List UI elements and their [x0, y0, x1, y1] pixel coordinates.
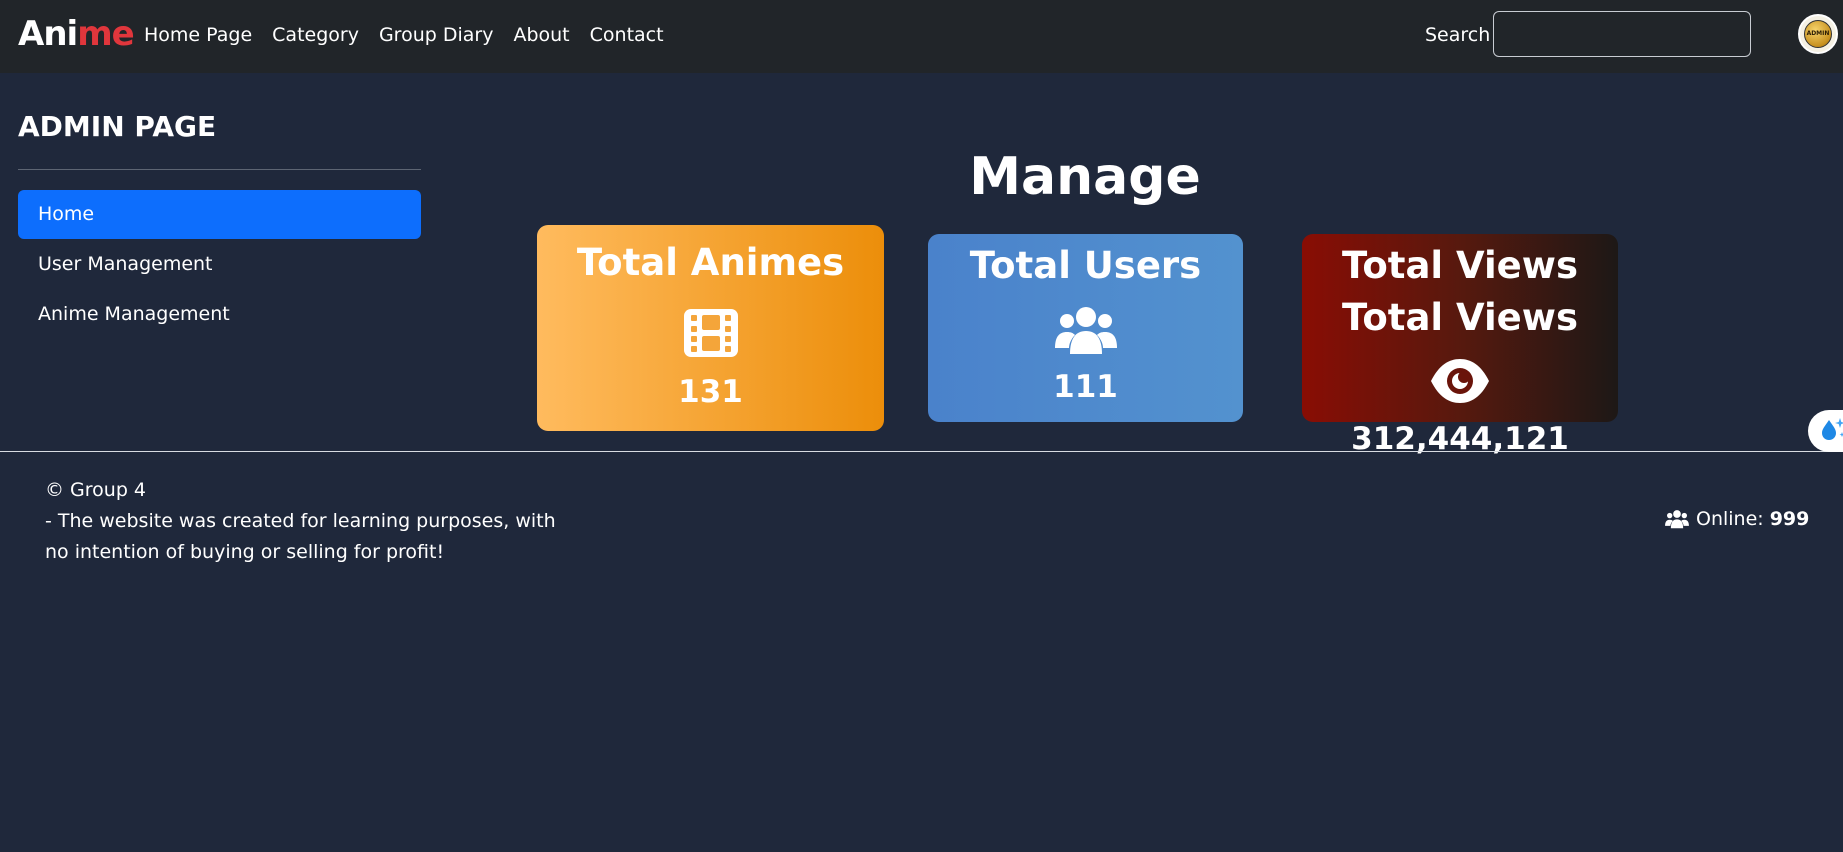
users-icon [1054, 304, 1118, 360]
nav-link-contact[interactable]: Contact [590, 22, 664, 48]
search-input[interactable] [1493, 11, 1751, 57]
film-icon [682, 307, 740, 363]
avatar-badge: ADMIN [1804, 20, 1832, 48]
total-animes-value: 131 [678, 374, 743, 410]
total-animes-card: Total Animes 131 [537, 225, 884, 431]
admin-page-title: ADMIN PAGE [18, 110, 217, 143]
floating-helper-button[interactable] [1808, 410, 1843, 452]
search-label: Search [1425, 24, 1491, 46]
logo-text-part2: me [77, 14, 134, 54]
eye-icon [1430, 358, 1490, 408]
total-views-card: Total Views Total Views 312,444,121 [1302, 234, 1618, 457]
total-users-value: 111 [1053, 369, 1118, 405]
card-title: Total Views [1342, 244, 1578, 287]
site-logo[interactable]: Anime [18, 14, 135, 54]
online-count: 999 [1769, 508, 1810, 530]
total-views-value: 312,444,121 [1351, 421, 1569, 457]
sidebar-item-anime-management[interactable]: Anime Management [18, 290, 421, 339]
online-label: Online: [1696, 508, 1764, 530]
sidebar-item-user-management[interactable]: User Management [18, 240, 421, 289]
admin-avatar[interactable]: ADMIN [1798, 14, 1838, 54]
logo-text-part1: Ani [18, 14, 78, 54]
sidebar-item-home[interactable]: Home [18, 190, 421, 239]
total-users-card: Total Users 111 [928, 234, 1243, 422]
footer-divider [0, 451, 1843, 452]
card-title-repeat: Total Views [1342, 296, 1578, 339]
droplet-sparkle-icon [1816, 414, 1843, 448]
manage-title: Manage [969, 147, 1201, 207]
users-icon [1664, 509, 1690, 529]
online-status: Online: 999 [1664, 506, 1809, 532]
card-title: Total Animes [576, 241, 845, 284]
footer-copyright: © Group 4 [45, 479, 147, 501]
top-navbar: Anime Home Page Category Group Diary Abo… [0, 0, 1843, 73]
nav-links: Home Page Category Group Diary About Con… [144, 22, 684, 48]
footer-note: - The website was created for learning p… [45, 510, 556, 563]
nav-link-about[interactable]: About [513, 22, 569, 48]
nav-link-category[interactable]: Category [272, 22, 359, 48]
card-title: Total Users [969, 244, 1202, 287]
nav-link-group-diary[interactable]: Group Diary [379, 22, 494, 48]
sidebar-divider [18, 169, 421, 170]
nav-link-home-page[interactable]: Home Page [144, 22, 252, 48]
